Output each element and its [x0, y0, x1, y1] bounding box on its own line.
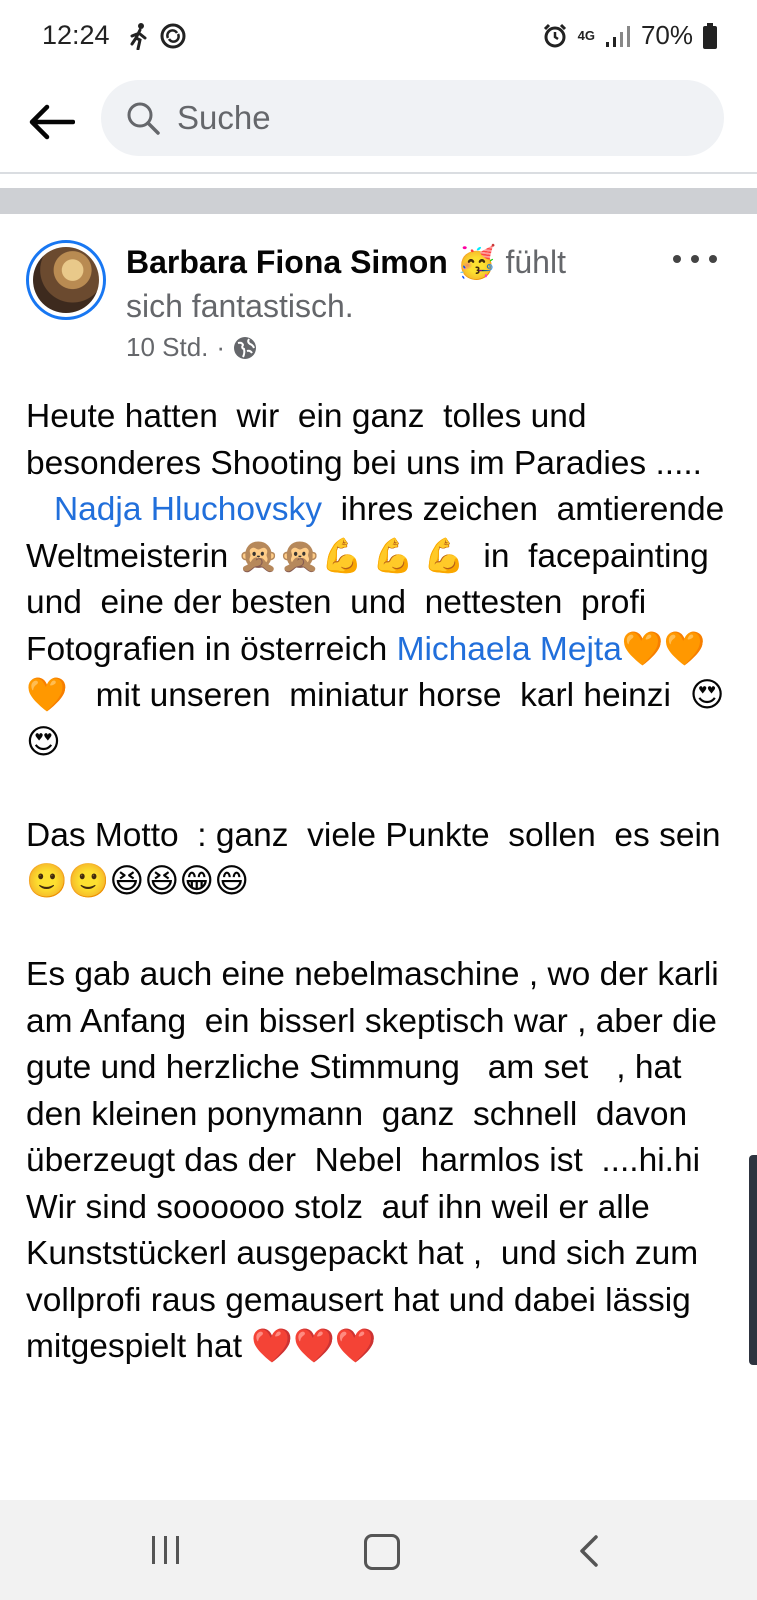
status-bar: 12:24 4G 70%	[0, 0, 757, 76]
home-button[interactable]	[364, 1534, 400, 1570]
search-placeholder: Suche	[177, 99, 271, 136]
status-right: 4G 70%	[542, 20, 717, 51]
network-type: 4G	[577, 27, 595, 43]
globe-icon	[234, 336, 257, 359]
post-header: Barbara Fiona Simon 🥳 fühlt sich fantast…	[126, 240, 626, 328]
search-input[interactable]: Suche	[101, 80, 724, 156]
more-dot-icon	[709, 255, 717, 263]
walking-icon	[130, 23, 147, 50]
more-dot-icon	[673, 255, 681, 263]
recents-icon	[164, 1536, 167, 1564]
feeling-emoji: 🥳	[456, 244, 497, 280]
more-options-button[interactable]	[673, 244, 717, 274]
mention-link[interactable]: Michaela Mejta	[397, 631, 622, 668]
post-paragraph: Das Motto : ganz viele Punkte sollen es …	[26, 816, 730, 901]
post-paragraph: Heute hatten wir ein ganz tolles und bes…	[26, 398, 702, 482]
system-nav-bar	[0, 1500, 757, 1600]
search-header: Suche	[0, 76, 757, 174]
recents-button[interactable]	[152, 1536, 179, 1564]
battery-icon	[703, 22, 717, 49]
back-arrow-icon	[29, 104, 75, 140]
post-body: Heute hatten wir ein ganz tolles und bes…	[26, 394, 736, 1371]
alarm-icon	[543, 23, 566, 47]
nav-back-icon[interactable]	[578, 1534, 600, 1568]
back-button[interactable]	[26, 96, 78, 148]
more-dot-icon	[691, 255, 699, 263]
post-paragraph: Wir sind soooooo stolz auf ihn weil er a…	[26, 1188, 710, 1366]
recents-icon	[176, 1536, 179, 1564]
status-time: 12:24	[42, 20, 110, 50]
scrollbar[interactable]	[749, 1155, 757, 1365]
sync-icon	[160, 23, 186, 49]
feed-divider	[0, 188, 757, 214]
meta-separator: ·	[216, 332, 226, 362]
signal-icon	[605, 25, 630, 47]
post-meta: 10 Std. ·	[126, 332, 257, 363]
avatar-image	[33, 247, 99, 313]
post-time[interactable]: 10 Std.	[126, 332, 208, 363]
search-icon	[127, 102, 160, 135]
status-left-icons	[128, 22, 186, 50]
mention-link[interactable]: Nadja Hluchovsky	[54, 491, 322, 528]
avatar[interactable]	[26, 240, 106, 320]
author-name[interactable]: Barbara Fiona Simon	[126, 244, 448, 280]
battery-percent: 70%	[640, 20, 693, 50]
recents-icon	[152, 1536, 155, 1564]
post-paragraph: Nadja Hluchovsky ihres zeichen amtierend…	[26, 487, 736, 766]
post-paragraph: Es gab auch eine nebelmaschine , wo der …	[26, 956, 729, 1179]
post: Barbara Fiona Simon 🥳 fühlt sich fantast…	[0, 214, 757, 1500]
